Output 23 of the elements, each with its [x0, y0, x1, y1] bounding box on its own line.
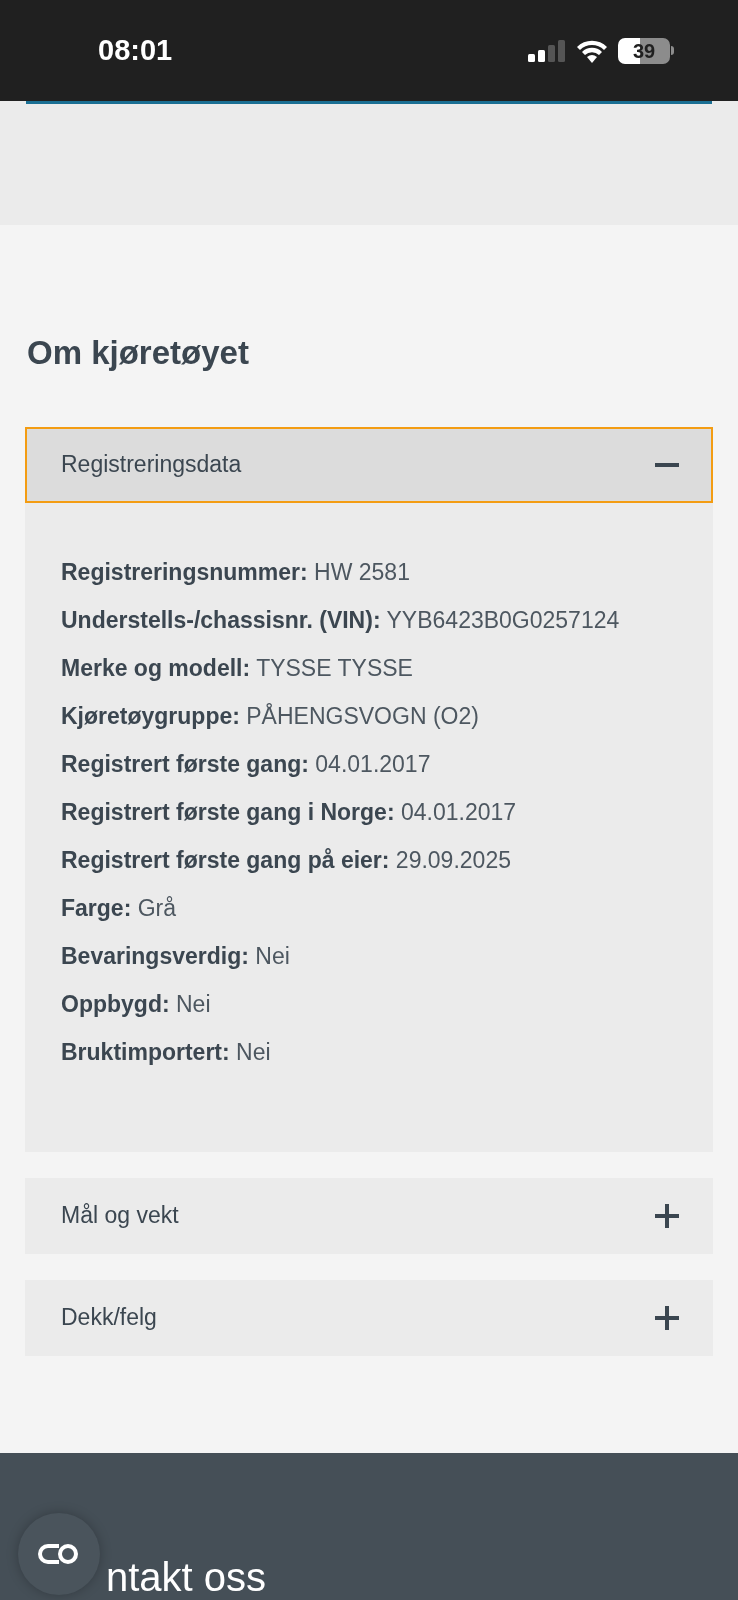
- data-line: Farge: Grå: [61, 893, 178, 923]
- data-line: Registreringsnummer: HW 2581: [61, 557, 411, 587]
- section-title: Om kjøretøyet: [26, 333, 250, 373]
- accordion-header[interactable]: Mål og vekt: [25, 1177, 713, 1254]
- accordion-header[interactable]: Dekk/felg: [25, 1279, 713, 1356]
- wifi-icon: [576, 38, 608, 63]
- minus-icon: [655, 462, 679, 467]
- data-line: Registrert første gang: 04.01.2017: [61, 749, 432, 779]
- data-line: Bruktimportert: Nei: [61, 1037, 272, 1067]
- plus-icon: [655, 1305, 679, 1330]
- data-line: Bevaringsverdig: Nei: [61, 941, 291, 971]
- signal-icon: [528, 39, 566, 62]
- status-time: 08:01: [98, 32, 173, 68]
- data-line: Kjøretøygruppe: PÅHENGSVOGN (O2): [61, 701, 480, 731]
- accordion-header[interactable]: Registreringsdata: [25, 426, 713, 503]
- footer-title: ntakt oss: [106, 1554, 267, 1600]
- data-line: Registrert første gang i Norge: 04.01.2017: [61, 797, 518, 827]
- data-line: Registrert første gang på eier: 29.09.2025: [61, 845, 512, 875]
- data-line: Oppbygd: Nei: [61, 989, 212, 1019]
- data-line: Understells-/chassisnr. (VIN): YYB6423B0G0257124: [61, 605, 621, 635]
- data-line: Merke og modell: TYSSE TYSSE: [61, 653, 414, 683]
- toggle-icon: [37, 1543, 81, 1565]
- plus-icon: [655, 1203, 679, 1228]
